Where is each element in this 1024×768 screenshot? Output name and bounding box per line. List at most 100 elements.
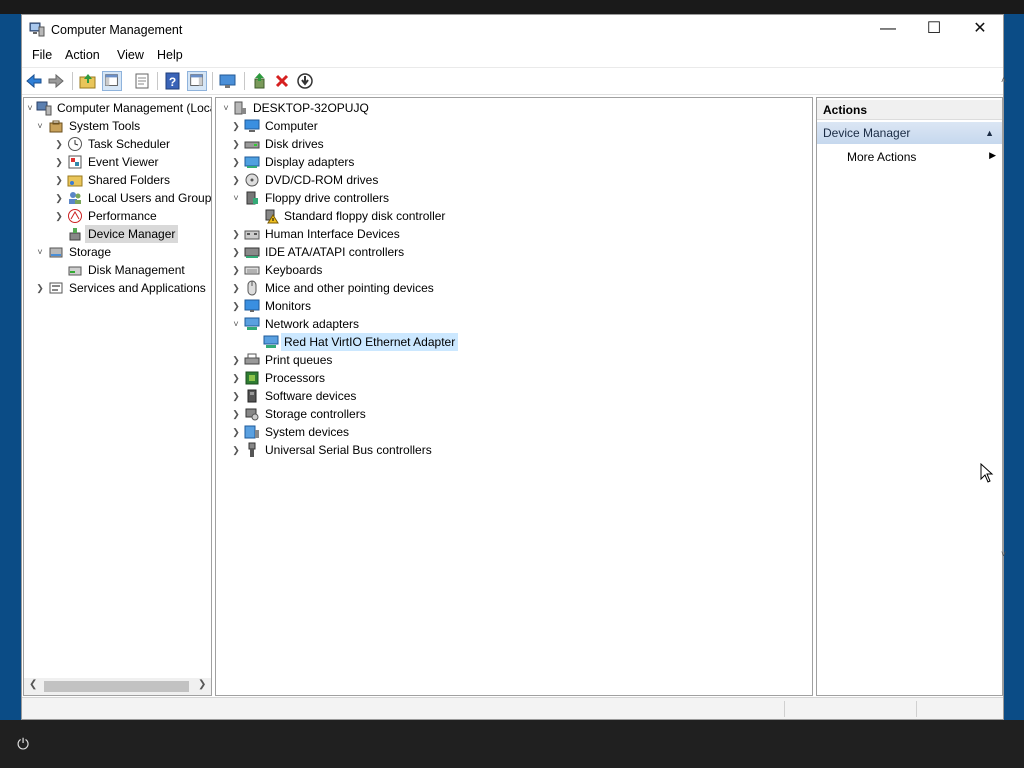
chevron-right-icon[interactable]: ❯ [230,441,242,459]
chevron-right-icon[interactable]: ❯ [230,225,242,243]
tree-item-label: Event Viewer [88,155,159,169]
tree-item-label: Computer [265,119,318,133]
chevron-right-icon[interactable]: ❯ [230,261,242,279]
svg-text:?: ? [169,75,176,89]
mouse-cursor-icon [980,463,994,483]
chevron-right-icon[interactable]: ❯ [230,135,242,153]
tree-item-label: Mice and other pointing devices [265,281,434,295]
tree-item-label: Storage controllers [265,407,366,421]
tree-item-label: DVD/CD-ROM drives [265,173,379,187]
chevron-right-icon[interactable]: ❯ [230,369,242,387]
status-divider [784,701,785,717]
scroll-down-icon[interactable]: ˅ [1001,549,1006,559]
tree-item-label: Local Users and Groups [88,191,212,205]
scroll-up-icon[interactable]: ˄ [1001,75,1006,85]
update-driver-icon[interactable] [250,71,270,91]
tree-item-label: Processors [265,371,326,385]
tree-item-label: System Tools [69,119,141,133]
power-icon[interactable]: ⏻ [14,736,32,754]
chevron-right-icon[interactable]: ❯ [53,135,65,153]
toolbar-separator [157,72,158,90]
chevron-down-icon[interactable]: ˅ [230,189,242,207]
tree-item-label: Universal Serial Bus controllers [265,443,432,457]
tree-item-label: Print queues [265,353,333,367]
tree-item-label: Software devices [265,389,357,403]
tree-item-label: System devices [265,425,350,439]
tree-item-label: Disk Management [88,263,185,277]
chevron-right-icon[interactable]: ❯ [230,279,242,297]
menu-file[interactable]: File [32,48,52,62]
chevron-right-icon[interactable]: ❯ [230,171,242,189]
chevron-right-icon[interactable]: ❯ [230,423,242,441]
help-icon[interactable]: ? [163,71,183,91]
tree-item-label: Device Manager [85,225,179,243]
chevron-right-icon[interactable]: ❯ [53,189,65,207]
chevron-right-icon[interactable]: ❯ [53,171,65,189]
actions-pane: Actions Device Manager ▲ More Actions ▶ [816,97,1003,696]
minimize-button[interactable]: — [865,15,911,45]
status-bar [22,697,1003,719]
horizontal-scrollbar[interactable]: ❮ ❯ [24,678,211,695]
tree-item-label: Task Scheduler [88,137,171,151]
taskbar: ⏻ [0,720,1024,768]
more-actions-item[interactable]: More Actions [847,150,916,164]
chevron-down-icon[interactable]: ˅ [220,99,232,117]
scroll-left-arrow-icon[interactable]: ❮ [29,679,37,690]
maximize-button[interactable]: ☐ [911,15,957,45]
tree-root-label: DESKTOP-32OPUJQ [253,101,369,115]
device-tree-pane[interactable]: ˅ DESKTOP-32OPUJQ ❯ Computer ❯ Disk drives ❯ Di… [215,97,813,696]
chevron-down-icon[interactable]: ˅ [24,99,36,117]
actions-section-device-manager[interactable]: Device Manager ▲ [817,122,1002,144]
chevron-right-icon[interactable]: ❯ [230,117,242,135]
download-circle-icon[interactable] [295,71,315,91]
chevron-right-icon[interactable]: ❯ [230,153,242,171]
console-tree-pane[interactable]: ˅ Computer Management (Local ˅ System Tools… [23,97,212,696]
tree-item-label: Standard floppy disk controller [284,209,446,223]
tree-item-label: Performance [88,209,157,223]
menu-action[interactable]: Action [65,48,100,62]
back-arrow-icon[interactable] [24,71,44,91]
tree-item-label: Display adapters [265,155,355,169]
chevron-right-icon[interactable]: ❯ [53,153,65,171]
more-actions-label: More Actions [847,150,917,164]
menu-bar: File Action View Help [22,45,1003,67]
actions-header: Actions [817,100,1002,120]
tree-root-label: Computer Management (Local [57,101,212,115]
tree-item-label: Keyboards [265,263,323,277]
chevron-right-icon[interactable]: ❯ [230,351,242,369]
computer-management-window: Computer Management — ☐ ✕ File Action Vi… [21,14,1006,720]
toolbar-separator [244,72,245,90]
chevron-right-icon[interactable]: ❯ [230,297,242,315]
submenu-arrow-icon[interactable]: ▶ [989,150,996,161]
tree-item-label: Services and Applications [69,281,206,295]
tree-item-label: IDE ATA/ATAPI controllers [265,245,405,259]
properties-icon[interactable] [132,71,152,91]
forward-arrow-icon[interactable] [46,71,66,91]
close-button[interactable]: ✕ [957,15,1003,45]
title-bar[interactable]: Computer Management — ☐ ✕ [22,15,1003,45]
scroll-right-arrow-icon[interactable]: ❯ [198,679,206,690]
show-action-pane-icon[interactable] [187,71,207,91]
tree-item-label: Storage [69,245,112,259]
menu-help[interactable]: Help [157,48,183,62]
window-title: Computer Management [51,23,183,37]
chevron-down-icon[interactable]: ˅ [230,315,242,333]
monitor-icon[interactable] [218,71,238,91]
chevron-right-icon[interactable]: ❯ [230,405,242,423]
collapse-up-icon[interactable]: ▲ [985,122,994,144]
actions-section-label: Device Manager [823,126,911,140]
chevron-down-icon[interactable]: ˅ [34,243,46,261]
chevron-right-icon[interactable]: ❯ [230,387,242,405]
menu-view[interactable]: View [117,48,144,62]
toolbar-separator [212,72,213,90]
up-folder-icon[interactable] [78,71,98,91]
scroll-thumb[interactable] [44,681,189,692]
chevron-down-icon[interactable]: ˅ [34,117,46,135]
tree-item-label: Monitors [265,299,312,313]
chevron-right-icon[interactable]: ❯ [53,207,65,225]
chevron-right-icon[interactable]: ❯ [230,243,242,261]
uninstall-red-x-icon[interactable] [272,71,292,91]
show-hide-tree-icon[interactable] [102,71,122,91]
chevron-right-icon[interactable]: ❯ [34,279,46,297]
desktop-top-strip [0,0,1024,14]
